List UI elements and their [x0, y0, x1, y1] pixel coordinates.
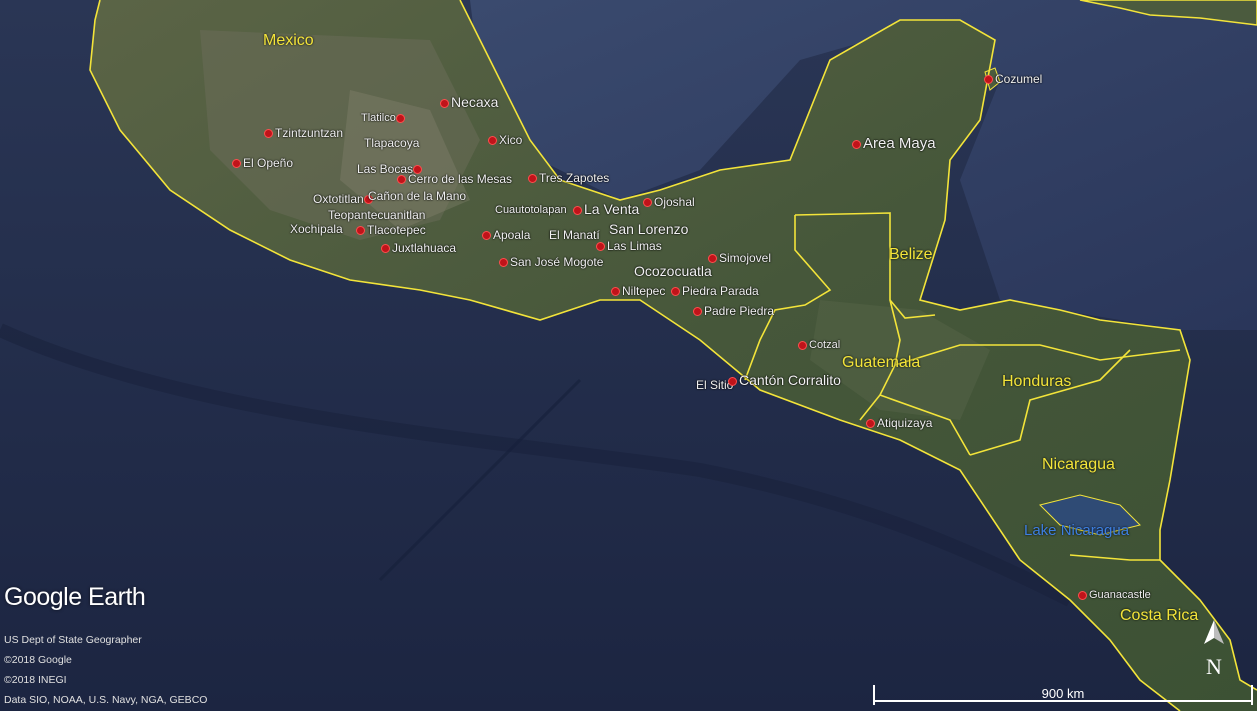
- scale-bar: 900 km: [873, 685, 1253, 705]
- site-marker: [573, 205, 582, 215]
- site-marker: [671, 287, 680, 297]
- country-label-guatemala: Guatemala: [842, 354, 921, 371]
- site-marker: [1078, 590, 1087, 600]
- site-piedra-parada[interactable]: Piedra Parada: [671, 285, 759, 297]
- site-oxtotitlan[interactable]: Oxtotitlan: [313, 193, 375, 205]
- site-marker: [395, 113, 405, 123]
- scale-bar-label: 900 km: [1041, 686, 1085, 701]
- site-ocozocuatla[interactable]: Ocozocuatla: [634, 264, 712, 278]
- site-cerro-de-las-mesas[interactable]: Cerro de las Mesas: [397, 173, 512, 185]
- credit-line: US Dept of State Geographer: [4, 634, 142, 646]
- country-label-belize: Belize: [889, 246, 933, 263]
- site-canton-corralito[interactable]: Cantón Corralito: [728, 373, 841, 387]
- site-ojoshal[interactable]: Ojoshal: [643, 196, 695, 208]
- site-marker: [528, 174, 537, 184]
- site-san-lorenzo[interactable]: San Lorenzo: [609, 222, 688, 236]
- site-marker: [381, 244, 390, 254]
- country-label-costa-rica: Costa Rica: [1120, 607, 1199, 624]
- site-marker: [798, 340, 807, 350]
- site-marker: [693, 307, 702, 317]
- site-padre-piedra[interactable]: Padre Piedra: [693, 305, 774, 317]
- site-marker: [728, 376, 737, 386]
- terrain-layer: [0, 0, 1257, 711]
- site-marker: [852, 139, 861, 149]
- credit-line: ©2018 Google: [4, 654, 72, 666]
- site-marker: [643, 198, 652, 208]
- site-cotzal[interactable]: Cotzal: [798, 340, 840, 351]
- site-marker: [611, 287, 620, 297]
- site-marker: [499, 258, 508, 268]
- site-niltepec[interactable]: Niltepec: [611, 285, 665, 297]
- site-atiquizaya[interactable]: Atiquizaya: [866, 417, 932, 429]
- site-marker: [866, 419, 875, 429]
- site-xico[interactable]: Xico: [488, 134, 522, 146]
- lake-label-nicaragua: Lake Nicaragua: [1024, 522, 1130, 539]
- site-marker: [708, 254, 717, 264]
- site-la-venta[interactable]: La Venta: [573, 202, 639, 216]
- site-tres-zapotes[interactable]: Tres Zapotes: [528, 172, 609, 184]
- site-apoala[interactable]: Apoala: [482, 229, 530, 241]
- site-tlatilco[interactable]: Tlatilco: [361, 113, 407, 124]
- site-necaxa[interactable]: Necaxa: [440, 95, 498, 109]
- site-marker: [264, 129, 273, 139]
- attribution-credits: US Dept of State Geographer ©2018 Google…: [4, 630, 207, 710]
- credit-line: Data SIO, NOAA, U.S. Navy, NGA, GEBCO: [4, 694, 208, 706]
- country-label-honduras: Honduras: [1002, 373, 1072, 390]
- site-marker: [596, 242, 605, 252]
- site-marker: [984, 75, 993, 85]
- north-compass[interactable]: N: [1200, 618, 1228, 679]
- site-marker: [232, 159, 241, 169]
- site-el-manati[interactable]: El Manatí: [549, 229, 600, 241]
- site-cozumel[interactable]: Cozumel: [984, 73, 1042, 85]
- country-label-mexico: Mexico: [263, 32, 314, 49]
- site-marker: [488, 136, 497, 146]
- site-canon-de-la-mano[interactable]: Cañon de la Mano: [368, 190, 466, 202]
- country-label-nicaragua: Nicaragua: [1042, 456, 1115, 473]
- site-marker: [397, 175, 406, 185]
- site-xochipala[interactable]: Xochipala: [290, 223, 343, 235]
- site-marker: [356, 226, 365, 236]
- map-view[interactable]: Mexico Belize Guatemala Honduras Nicarag…: [0, 0, 1257, 711]
- site-simojovel[interactable]: Simojovel: [708, 252, 771, 264]
- site-marker: [440, 98, 449, 108]
- site-teopantecuanitlan[interactable]: Teopantecuanitlan: [328, 209, 425, 221]
- site-las-limas[interactable]: Las Limas: [596, 240, 662, 252]
- credit-line: ©2018 INEGI: [4, 674, 67, 686]
- north-arrow-icon: N: [1204, 620, 1224, 679]
- site-area-maya[interactable]: Area Maya: [852, 136, 936, 151]
- site-el-openo[interactable]: El Opeño: [232, 157, 293, 169]
- site-san-jose-mogote[interactable]: San José Mogote: [499, 256, 603, 268]
- site-tlapacoya[interactable]: Tlapacoya: [364, 137, 419, 149]
- site-tzintzuntzan[interactable]: Tzintzuntzan: [264, 127, 343, 139]
- site-marker: [482, 231, 491, 241]
- site-juxtlahuaca[interactable]: Juxtlahuaca: [381, 242, 456, 254]
- site-guanacastle[interactable]: Guanacastle: [1078, 590, 1151, 601]
- site-tlacotepec[interactable]: Tlacotepec: [356, 224, 426, 236]
- compass-north-label: N: [1206, 654, 1222, 678]
- site-cuautotolapan[interactable]: Cuautotolapan: [495, 205, 567, 216]
- google-earth-logo: Google Earth: [4, 583, 146, 611]
